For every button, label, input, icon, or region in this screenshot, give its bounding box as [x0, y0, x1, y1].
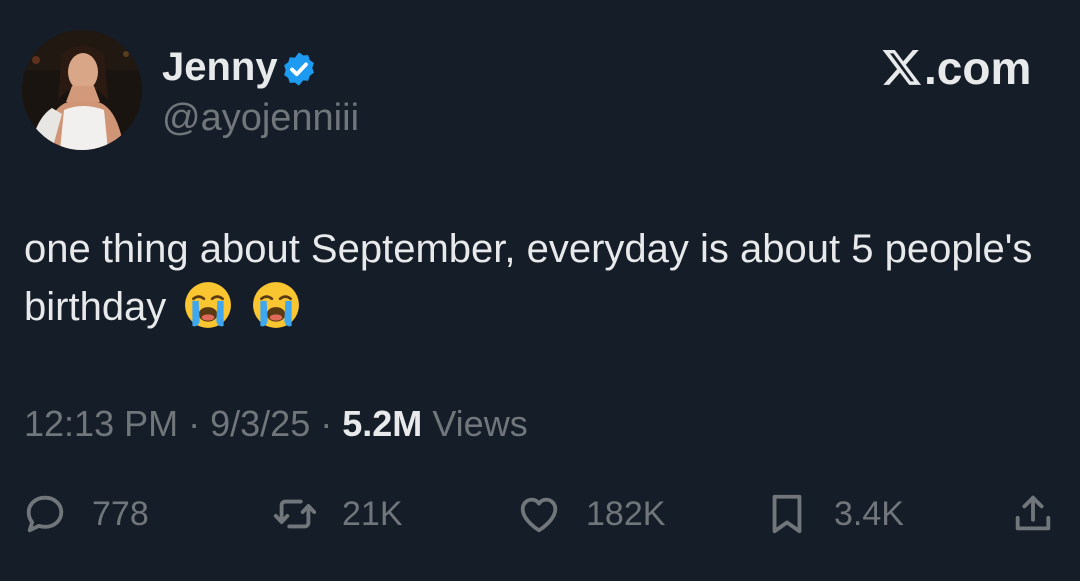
author-handle[interactable]: @ayojenniii [162, 96, 359, 140]
verified-badge-icon [284, 52, 314, 86]
bookmark-button[interactable]: 3.4K [764, 484, 904, 544]
repost-button[interactable]: 21K [272, 484, 403, 544]
loudly-crying-face-icon [185, 282, 232, 328]
views-label: Views [432, 403, 528, 444]
repost-icon [273, 499, 317, 529]
share-icon [1015, 495, 1051, 531]
like-count: 182K [586, 494, 666, 533]
repost-count: 21K [342, 494, 403, 533]
views-count: 5.2M [342, 403, 423, 444]
meta-separator: · [188, 403, 201, 444]
author-name[interactable]: Jenny [162, 44, 278, 90]
avatar[interactable] [22, 30, 142, 150]
brand-logo: .com [880, 42, 1040, 94]
brand-text: .com [924, 42, 1032, 94]
share-button[interactable] [1010, 484, 1056, 544]
bookmark-icon [772, 494, 802, 534]
tweet-text: one thing about September, everyday is a… [24, 220, 1054, 336]
avatar-image [22, 30, 142, 150]
reply-icon [26, 495, 64, 533]
tweet-date[interactable]: 9/3/25 [210, 403, 310, 444]
heart-icon [520, 497, 558, 533]
bookmark-count: 3.4K [834, 494, 904, 533]
like-button[interactable]: 182K [516, 484, 665, 544]
reply-button[interactable]: 778 [22, 484, 149, 544]
x-logo-icon [882, 50, 922, 85]
action-bar: 778 21K 182K 3.4K [0, 484, 1080, 544]
loudly-crying-face-icon [252, 282, 299, 328]
tweet-body: one thing about September, everyday is a… [24, 227, 1033, 329]
reply-count: 778 [92, 494, 149, 533]
meta-separator: · [320, 403, 333, 444]
tweet-meta: 12:13 PM · 9/3/25 · 5.2M Views [24, 402, 528, 446]
tweet-time[interactable]: 12:13 PM [24, 403, 178, 444]
